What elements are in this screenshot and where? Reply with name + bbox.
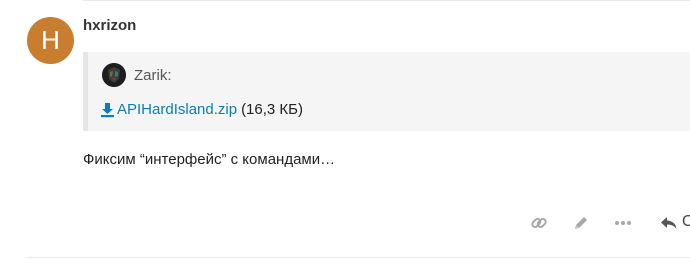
quote-avatar-image — [102, 63, 126, 87]
attachment-link[interactable]: APIHardIsland.zip — [117, 101, 237, 118]
post: H hxrizon Zarik: APIHardIsland.zip (16,3… — [0, 0, 690, 259]
edit-button[interactable] — [568, 210, 594, 236]
reply-icon — [661, 217, 677, 229]
quote-author-avatar[interactable] — [102, 63, 126, 87]
bottom-divider — [27, 257, 690, 258]
attachment-size: (16,3 КБ) — [241, 101, 303, 118]
avatar-letter: H — [41, 25, 60, 55]
username[interactable]: hxrizon — [83, 17, 136, 34]
download-icon[interactable] — [100, 102, 115, 118]
top-divider — [83, 0, 690, 1]
ellipsis-icon — [615, 221, 631, 225]
post-actions: O — [0, 210, 690, 236]
link-icon — [531, 217, 547, 229]
reply-label[interactable]: O — [682, 213, 690, 231]
more-button[interactable] — [610, 210, 636, 236]
link-button[interactable] — [526, 210, 552, 236]
quote-block: Zarik: APIHardIsland.zip (16,3 КБ) — [83, 52, 690, 131]
pencil-icon — [575, 217, 587, 229]
quote-author: Zarik: — [134, 67, 172, 84]
post-message: Фиксим “интерфейс” с командами… — [83, 151, 336, 168]
attachment: APIHardIsland.zip (16,3 КБ) — [100, 101, 303, 118]
avatar[interactable]: H — [27, 17, 74, 64]
reply-button[interactable] — [656, 210, 682, 236]
